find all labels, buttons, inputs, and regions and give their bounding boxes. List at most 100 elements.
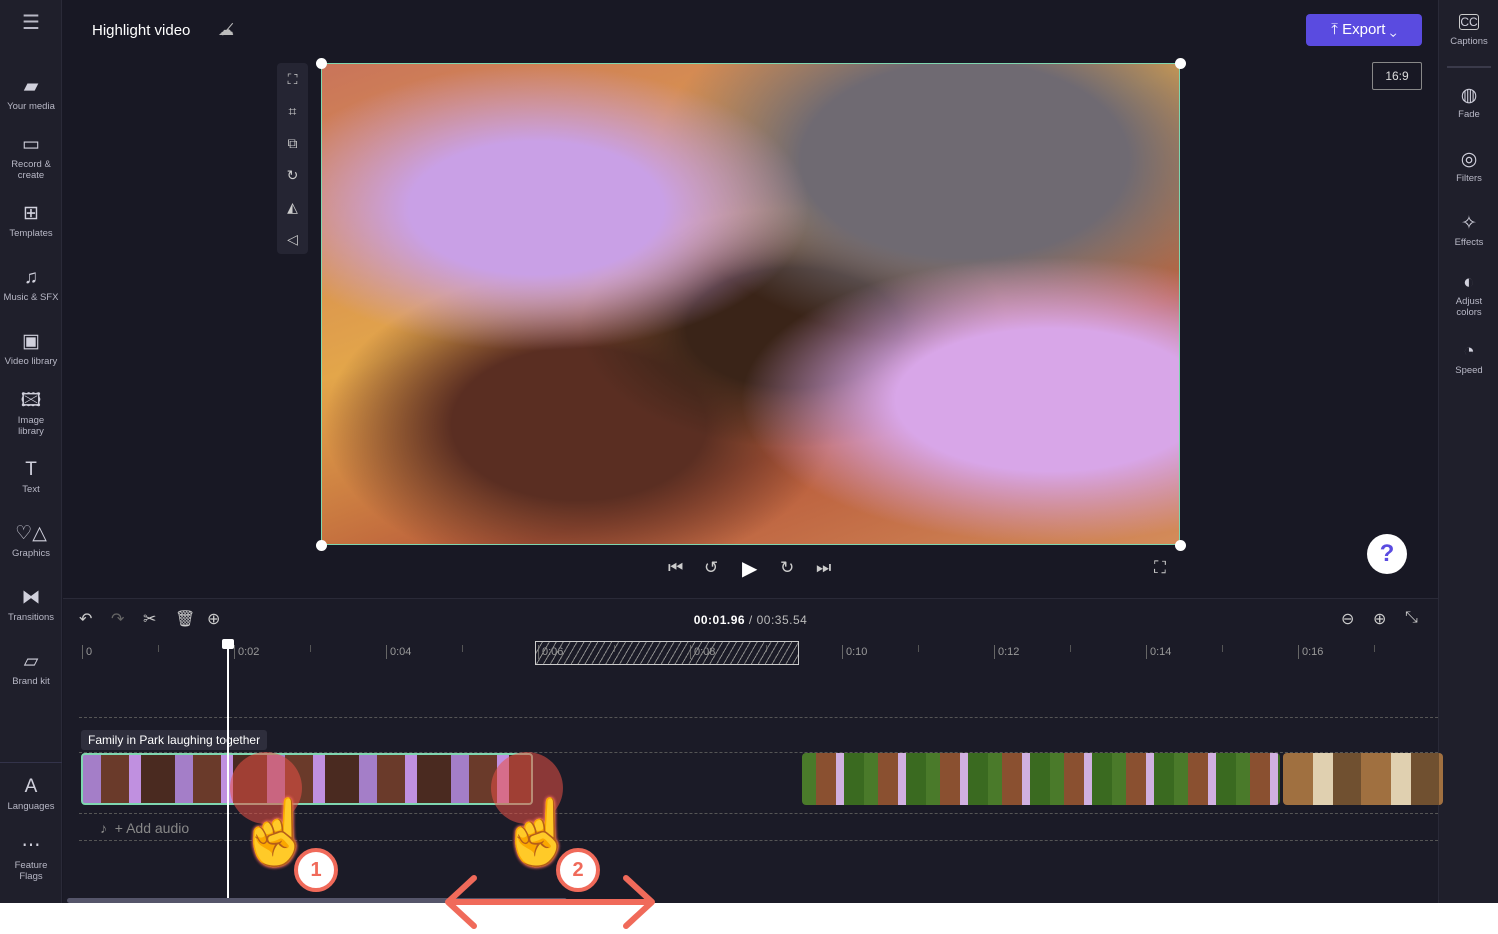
editor-app: ☰ ▰ Your media ▭ Record & create ⊞ Template…: [0, 0, 1498, 904]
flip-vertical-icon[interactable]: ◁: [277, 223, 308, 255]
nav-text[interactable]: T Text: [0, 459, 62, 495]
total-time: 00:35.54: [756, 613, 808, 627]
nav-label: Fade: [1458, 109, 1480, 120]
divider: [0, 762, 62, 763]
nav-label: Graphics: [11, 548, 50, 559]
step-badge: 1: [294, 848, 338, 892]
nav-captions[interactable]: CC Captions: [1439, 12, 1498, 47]
nav-transitions[interactable]: ⧓ Transitions: [0, 587, 62, 623]
nav-label: Languages: [7, 801, 55, 812]
clip-label: Family in Park laughing together: [81, 730, 268, 750]
ruler-minor-tick: [1070, 645, 1071, 652]
nav-templates[interactable]: ⊞ Templates: [0, 203, 62, 239]
music-icon: ♫: [23, 267, 39, 288]
nav-video-library[interactable]: ▣ Video library: [0, 331, 62, 367]
skip-start-icon[interactable]: ⏮: [668, 558, 683, 578]
nav-label: Image library: [17, 415, 45, 437]
menu-icon[interactable]: ☰: [0, 13, 62, 33]
nav-languages[interactable]: A Languages: [0, 776, 62, 812]
ruler-minor-tick: [462, 645, 463, 652]
nav-label: Music & SFX: [3, 292, 59, 303]
nav-feature-flags[interactable]: ⋯ Feature Flags: [0, 835, 62, 882]
more-icon: ⋯: [21, 835, 41, 856]
camera-icon: ▭: [22, 134, 40, 155]
time-separator: /: [748, 613, 753, 627]
nav-label: Effects: [1454, 237, 1484, 248]
video-clip[interactable]: [802, 753, 1280, 805]
gauge-icon: ◔: [1463, 341, 1475, 362]
nav-speed[interactable]: ◔ Speed: [1439, 341, 1498, 376]
resize-handle[interactable]: [1175, 540, 1186, 551]
forward-5-icon[interactable]: ↻: [780, 558, 794, 578]
flip-horizontal-icon[interactable]: ◭: [277, 191, 308, 223]
zoom-out-icon[interactable]: ⊖: [1341, 609, 1354, 629]
nav-fade[interactable]: ◍ Fade: [1439, 85, 1498, 120]
nav-your-media[interactable]: ▰ Your media: [0, 76, 62, 112]
video-clip[interactable]: [1283, 753, 1443, 805]
help-button[interactable]: ?: [1367, 534, 1407, 574]
double-arrow-icon: [445, 875, 655, 929]
text-icon: T: [25, 459, 37, 480]
nav-label: Brand kit: [12, 676, 50, 687]
left-sidebar: ☰ ▰ Your media ▭ Record & create ⊞ Template…: [0, 0, 62, 903]
resize-handle[interactable]: [316, 58, 327, 69]
nav-effects[interactable]: ✧ Effects: [1439, 213, 1498, 248]
nav-label: Templates: [9, 228, 53, 239]
shapes-icon: ♡△: [15, 523, 47, 544]
ruler-tick: 0: [82, 645, 92, 659]
templates-icon: ⊞: [23, 203, 39, 224]
nav-label: Record & create: [11, 159, 51, 181]
image-icon: 🖾: [20, 390, 42, 411]
pip-icon[interactable]: ⧉: [277, 127, 308, 159]
nav-label: Adjust colors: [1455, 296, 1483, 318]
aspect-ratio-button[interactable]: 16:9: [1372, 62, 1422, 90]
rewind-5-icon[interactable]: ↺: [704, 558, 718, 578]
text-track[interactable]: [79, 717, 1438, 753]
contrast-icon: ◐: [1463, 272, 1475, 293]
music-note-icon: ♪: [100, 820, 107, 836]
gap-region: [535, 641, 799, 665]
ruler-tick: 0:10: [842, 645, 867, 659]
right-sidebar: CC Captions ◍ Fade ◎ Filters ✧ Effects ◐ Adju…: [1438, 0, 1498, 903]
ruler-tick: 0:02: [234, 645, 259, 659]
resize-handle[interactable]: [316, 540, 327, 551]
rotate-icon[interactable]: ↻: [277, 159, 308, 191]
cc-icon: CC: [1459, 14, 1479, 30]
zoom-in-icon[interactable]: ⊕: [1373, 609, 1386, 629]
nav-record-create[interactable]: ▭ Record & create: [0, 134, 62, 181]
cloud-off-icon: ☁̸: [218, 22, 234, 39]
export-button[interactable]: ⤒ Export ⌄: [1306, 14, 1422, 46]
nav-label: Feature Flags: [14, 860, 48, 882]
ruler-minor-tick: [918, 645, 919, 652]
wand-icon: ✧: [1461, 213, 1477, 234]
nav-music[interactable]: ♫ Music & SFX: [0, 267, 62, 303]
nav-brand-kit[interactable]: ▱ Brand kit: [0, 651, 62, 687]
fit-icon[interactable]: ⛶: [277, 63, 308, 95]
ruler-tick: 0:16: [1298, 645, 1323, 659]
nav-filters[interactable]: ◎ Filters: [1439, 149, 1498, 184]
divider: [1447, 66, 1491, 68]
play-icon[interactable]: ▶: [742, 556, 757, 581]
nav-adjust-colors[interactable]: ◐ Adjust colors: [1439, 272, 1498, 318]
current-time: 00:01.96: [693, 613, 746, 627]
collapse-icon[interactable]: ⤡: [1405, 609, 1418, 627]
nav-image-library[interactable]: 🖾 Image library: [0, 390, 62, 437]
add-audio-button[interactable]: ♪ + Add audio: [100, 820, 189, 836]
video-preview[interactable]: [321, 63, 1180, 545]
ruler-minor-tick: [158, 645, 159, 652]
project-title[interactable]: Highlight video: [78, 16, 204, 46]
language-icon: A: [24, 776, 38, 797]
export-label: Export: [1342, 21, 1386, 38]
transition-icon: ⧓: [21, 587, 41, 608]
skip-end-icon[interactable]: ⏭: [816, 558, 831, 578]
ruler-minor-tick: [1374, 645, 1375, 652]
nav-label: Your media: [7, 101, 55, 112]
video-toolbar: ⛶ ⌗ ⧉ ↻ ◭ ◁: [277, 63, 308, 254]
resize-handle[interactable]: [1175, 58, 1186, 69]
playhead[interactable]: [222, 639, 234, 904]
ruler-tick: 0:14: [1146, 645, 1171, 659]
fullscreen-icon[interactable]: ⛶: [1154, 558, 1166, 578]
crop-icon[interactable]: ⌗: [277, 95, 308, 127]
nav-graphics[interactable]: ♡△ Graphics: [0, 523, 62, 559]
nav-label: Speed: [1455, 365, 1483, 376]
